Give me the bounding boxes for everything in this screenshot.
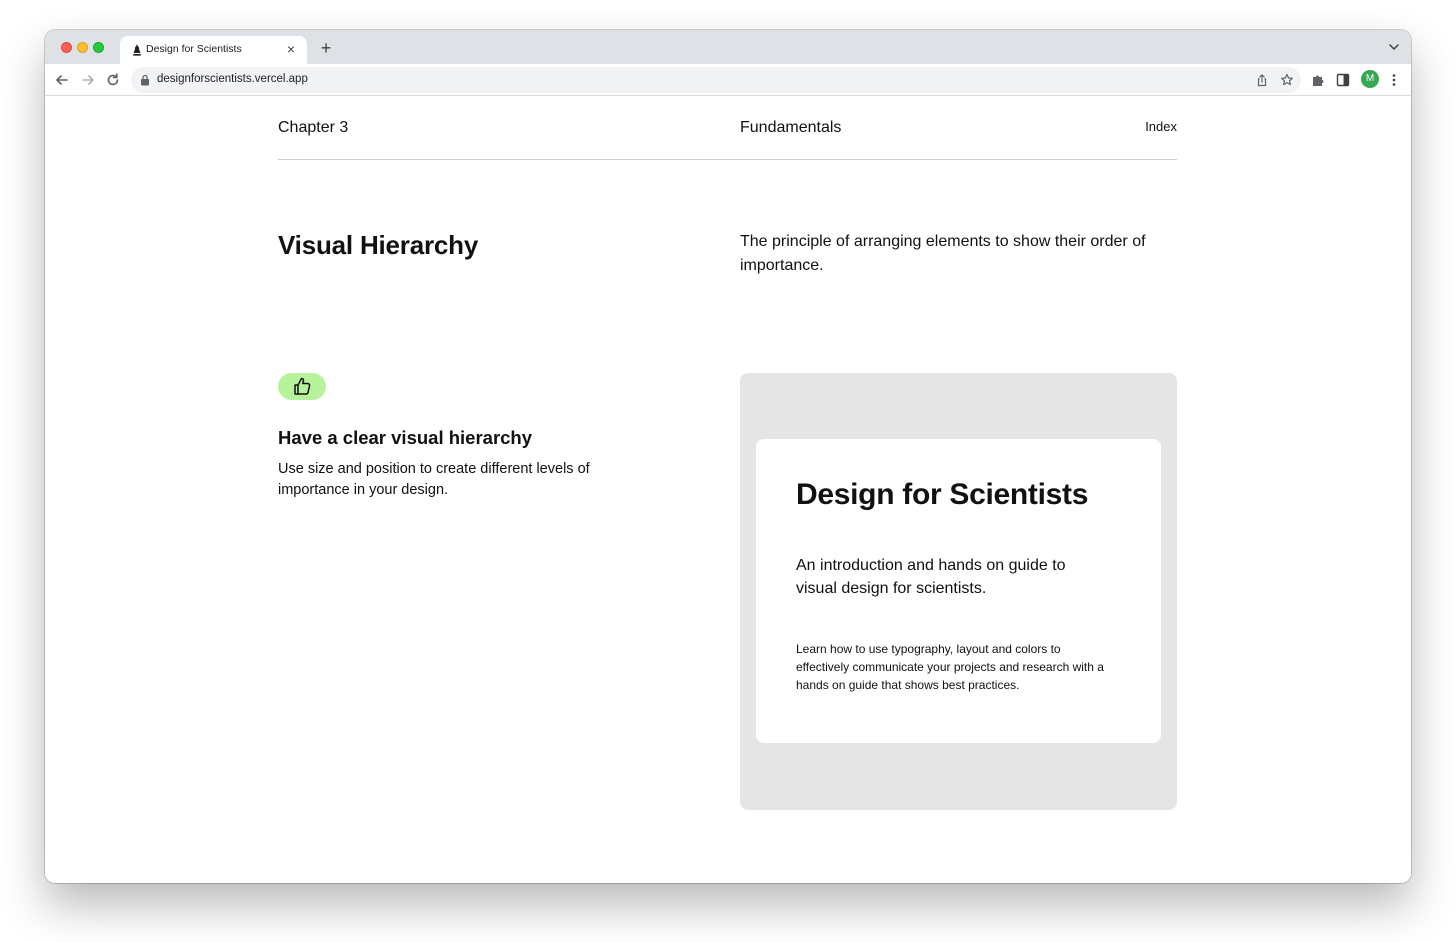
share-icon[interactable] <box>1255 73 1269 87</box>
menu-icon[interactable] <box>1386 72 1402 88</box>
tab-strip: Design for Scientists × + <box>45 30 1411 64</box>
back-icon[interactable] <box>53 71 71 89</box>
minimize-window-button[interactable] <box>77 42 88 53</box>
lock-icon[interactable] <box>140 74 150 86</box>
address-bar[interactable]: designforscientists.vercel.app <box>131 67 1301 93</box>
zoom-window-button[interactable] <box>93 42 104 53</box>
star-icon[interactable] <box>1280 73 1294 87</box>
browser-toolbar: designforscientists.vercel.app M <box>45 64 1411 96</box>
forward-icon[interactable] <box>79 71 97 89</box>
tip-body: Use size and position to create differen… <box>278 461 590 498</box>
tab-title: Design for Scientists <box>146 43 242 55</box>
page-title: Visual Hierarchy <box>278 230 479 260</box>
example-card-title: Design for Scientists <box>796 478 1089 511</box>
vercel-avatar-icon <box>133 44 141 56</box>
example-card: Design for Scientists An introduction an… <box>756 439 1161 743</box>
index-link[interactable]: Index <box>1144 119 1177 134</box>
chapter-label: Chapter 3 <box>278 119 349 136</box>
close-window-button[interactable] <box>61 42 72 53</box>
url-text[interactable]: designforscientists.vercel.app <box>157 73 308 85</box>
new-tab-button[interactable]: + <box>317 39 335 57</box>
extensions-icon[interactable] <box>1310 72 1326 88</box>
profile-avatar[interactable]: M <box>1361 70 1379 88</box>
page-intro: The principle of arranging elements to s… <box>740 233 1146 274</box>
reload-icon[interactable] <box>104 71 122 89</box>
tab-close-icon[interactable]: × <box>283 41 299 57</box>
section-label: Fundamentals <box>740 119 842 136</box>
example-card-subtitle: An introduction and hands on guide to vi… <box>796 557 1066 597</box>
tab-search-icon[interactable] <box>1387 40 1401 54</box>
header-divider <box>278 159 1177 160</box>
tip-title: Have a clear visual hierarchy <box>278 427 533 448</box>
do-badge <box>278 373 326 400</box>
browser-window: Design for Scientists × + designforscien… <box>45 30 1411 883</box>
thumbs-up-icon <box>294 377 311 395</box>
browser-tab[interactable]: Design for Scientists × <box>120 36 307 64</box>
sidepanel-icon[interactable] <box>1335 72 1351 88</box>
example-panel: Design for Scientists An introduction an… <box>740 373 1177 810</box>
example-card-body: Learn how to use typography, layout and … <box>796 642 1104 692</box>
page-content: Chapter 3 Fundamentals Index Visual Hier… <box>45 97 1411 883</box>
